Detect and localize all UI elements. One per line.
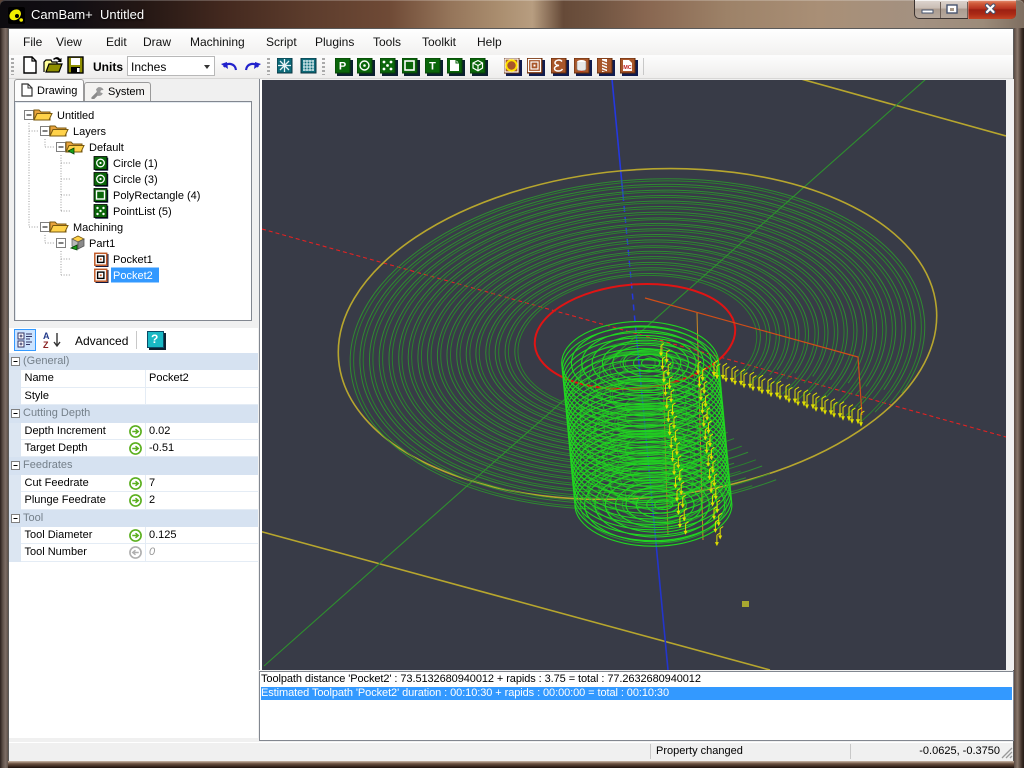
svg-text:Machining: Machining bbox=[73, 222, 123, 234]
svg-text:Default: Default bbox=[89, 142, 124, 154]
svg-text:Z: Z bbox=[43, 340, 49, 349]
svg-text:Pocket1: Pocket1 bbox=[113, 254, 153, 266]
svg-text:Untitled: Untitled bbox=[57, 110, 94, 122]
svg-text:MC: MC bbox=[623, 65, 632, 71]
svg-text:P: P bbox=[339, 61, 346, 73]
svg-text:Circle (3): Circle (3) bbox=[113, 174, 158, 186]
svg-text:Circle (1): Circle (1) bbox=[113, 158, 158, 170]
svg-text:Pocket2: Pocket2 bbox=[113, 270, 153, 282]
svg-text:PointList (5): PointList (5) bbox=[113, 206, 172, 218]
svg-text:PolyRectangle (4): PolyRectangle (4) bbox=[113, 190, 200, 202]
svg-text:Layers: Layers bbox=[73, 126, 107, 138]
svg-text:Part1: Part1 bbox=[89, 238, 115, 250]
svg-text:T: T bbox=[429, 61, 436, 73]
